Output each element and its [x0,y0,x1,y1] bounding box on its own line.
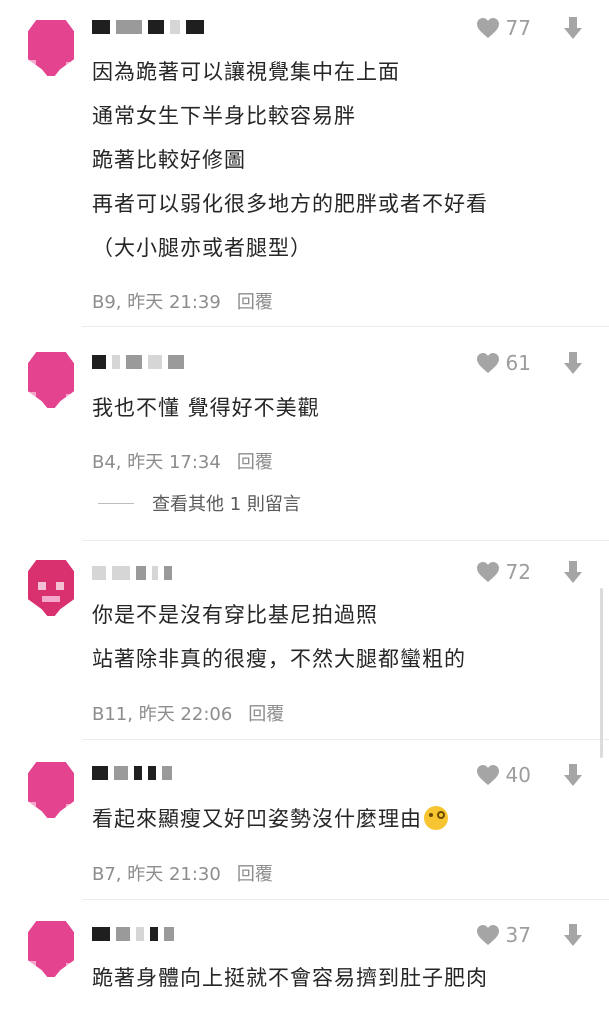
like-button[interactable]: 61 [476,351,531,375]
like-button[interactable]: 37 [476,923,531,947]
comment-meta: B7, 昨天 21:30 回覆 [92,860,273,886]
scrollbar[interactable] [600,588,603,758]
floor-and-time: B4, 昨天 17:34 [92,452,221,473]
comment-meta: B4, 昨天 17:34 回覆 [92,448,273,474]
reply-button[interactable]: 回覆 [237,864,273,885]
comment-meta: B9, 昨天 21:39 回覆 [92,288,273,314]
comment-text-line: 因為跪著可以讓視覺集中在上面 [92,60,400,84]
username-redacted[interactable] [92,564,172,582]
heart-icon [476,353,499,373]
username-redacted[interactable] [92,764,172,782]
down-arrow-icon[interactable] [563,16,583,40]
face-with-monocle-icon [424,806,448,830]
avatar[interactable] [28,921,74,977]
floor-and-time: B11, 昨天 22:06 [92,704,233,725]
like-count: 61 [505,351,531,375]
like-button[interactable]: 72 [476,560,531,584]
reply-button[interactable]: 回覆 [248,704,284,725]
down-arrow-icon[interactable] [563,923,583,947]
username-redacted[interactable] [92,353,184,371]
divider [98,502,134,504]
divider [82,326,609,327]
comment-text-line: 再者可以弱化很多地方的肥胖或者不好看 [92,192,488,216]
like-count: 72 [505,560,531,584]
like-button[interactable]: 40 [476,763,531,787]
like-count: 37 [505,923,531,947]
comment-meta: B11, 昨天 22:06 回覆 [92,700,284,726]
comment-text-line: 看起來顯瘦又好凹姿勢沒什麼理由 [92,803,448,833]
down-arrow-icon[interactable] [563,351,583,375]
divider [82,540,609,541]
divider [82,899,609,900]
down-arrow-icon[interactable] [563,560,583,584]
avatar[interactable] [28,762,74,818]
heart-icon [476,925,499,945]
comment-text: 看起來顯瘦又好凹姿勢沒什麼理由 [92,807,422,831]
view-more-replies[interactable]: 查看其他 1 則留言 [98,490,301,516]
down-arrow-icon[interactable] [563,763,583,787]
avatar[interactable] [28,560,74,616]
floor-and-time: B7, 昨天 21:30 [92,864,221,885]
comment-text-line: 你是不是沒有穿比基尼拍過照 [92,603,378,627]
comment-text-line: 我也不懂 覺得好不美觀 [92,396,320,420]
comment-text-line: 站著除非真的很瘦，不然大腿都蠻粗的 [92,647,466,671]
heart-icon [476,562,499,582]
like-count: 77 [505,16,531,40]
avatar[interactable] [28,352,74,408]
comment-text-line: （大小腿亦或者腿型） [92,236,312,260]
comment-text-line: 跪著身體向上挺就不會容易擠到肚子肥肉 [92,966,488,990]
heart-icon [476,18,499,38]
reply-button[interactable]: 回覆 [237,452,273,473]
divider [82,739,609,740]
heart-icon [476,765,499,785]
username-redacted[interactable] [92,18,204,36]
floor-and-time: B9, 昨天 21:39 [92,292,221,313]
comment-text-line: 通常女生下半身比較容易胖 [92,104,356,128]
username-redacted[interactable] [92,925,174,943]
reply-button[interactable]: 回覆 [237,292,273,313]
comment-text-line: 跪著比較好修圖 [92,148,246,172]
like-count: 40 [505,763,531,787]
like-button[interactable]: 77 [476,16,531,40]
view-more-replies-label: 查看其他 1 則留言 [152,494,301,515]
avatar[interactable] [28,20,74,76]
